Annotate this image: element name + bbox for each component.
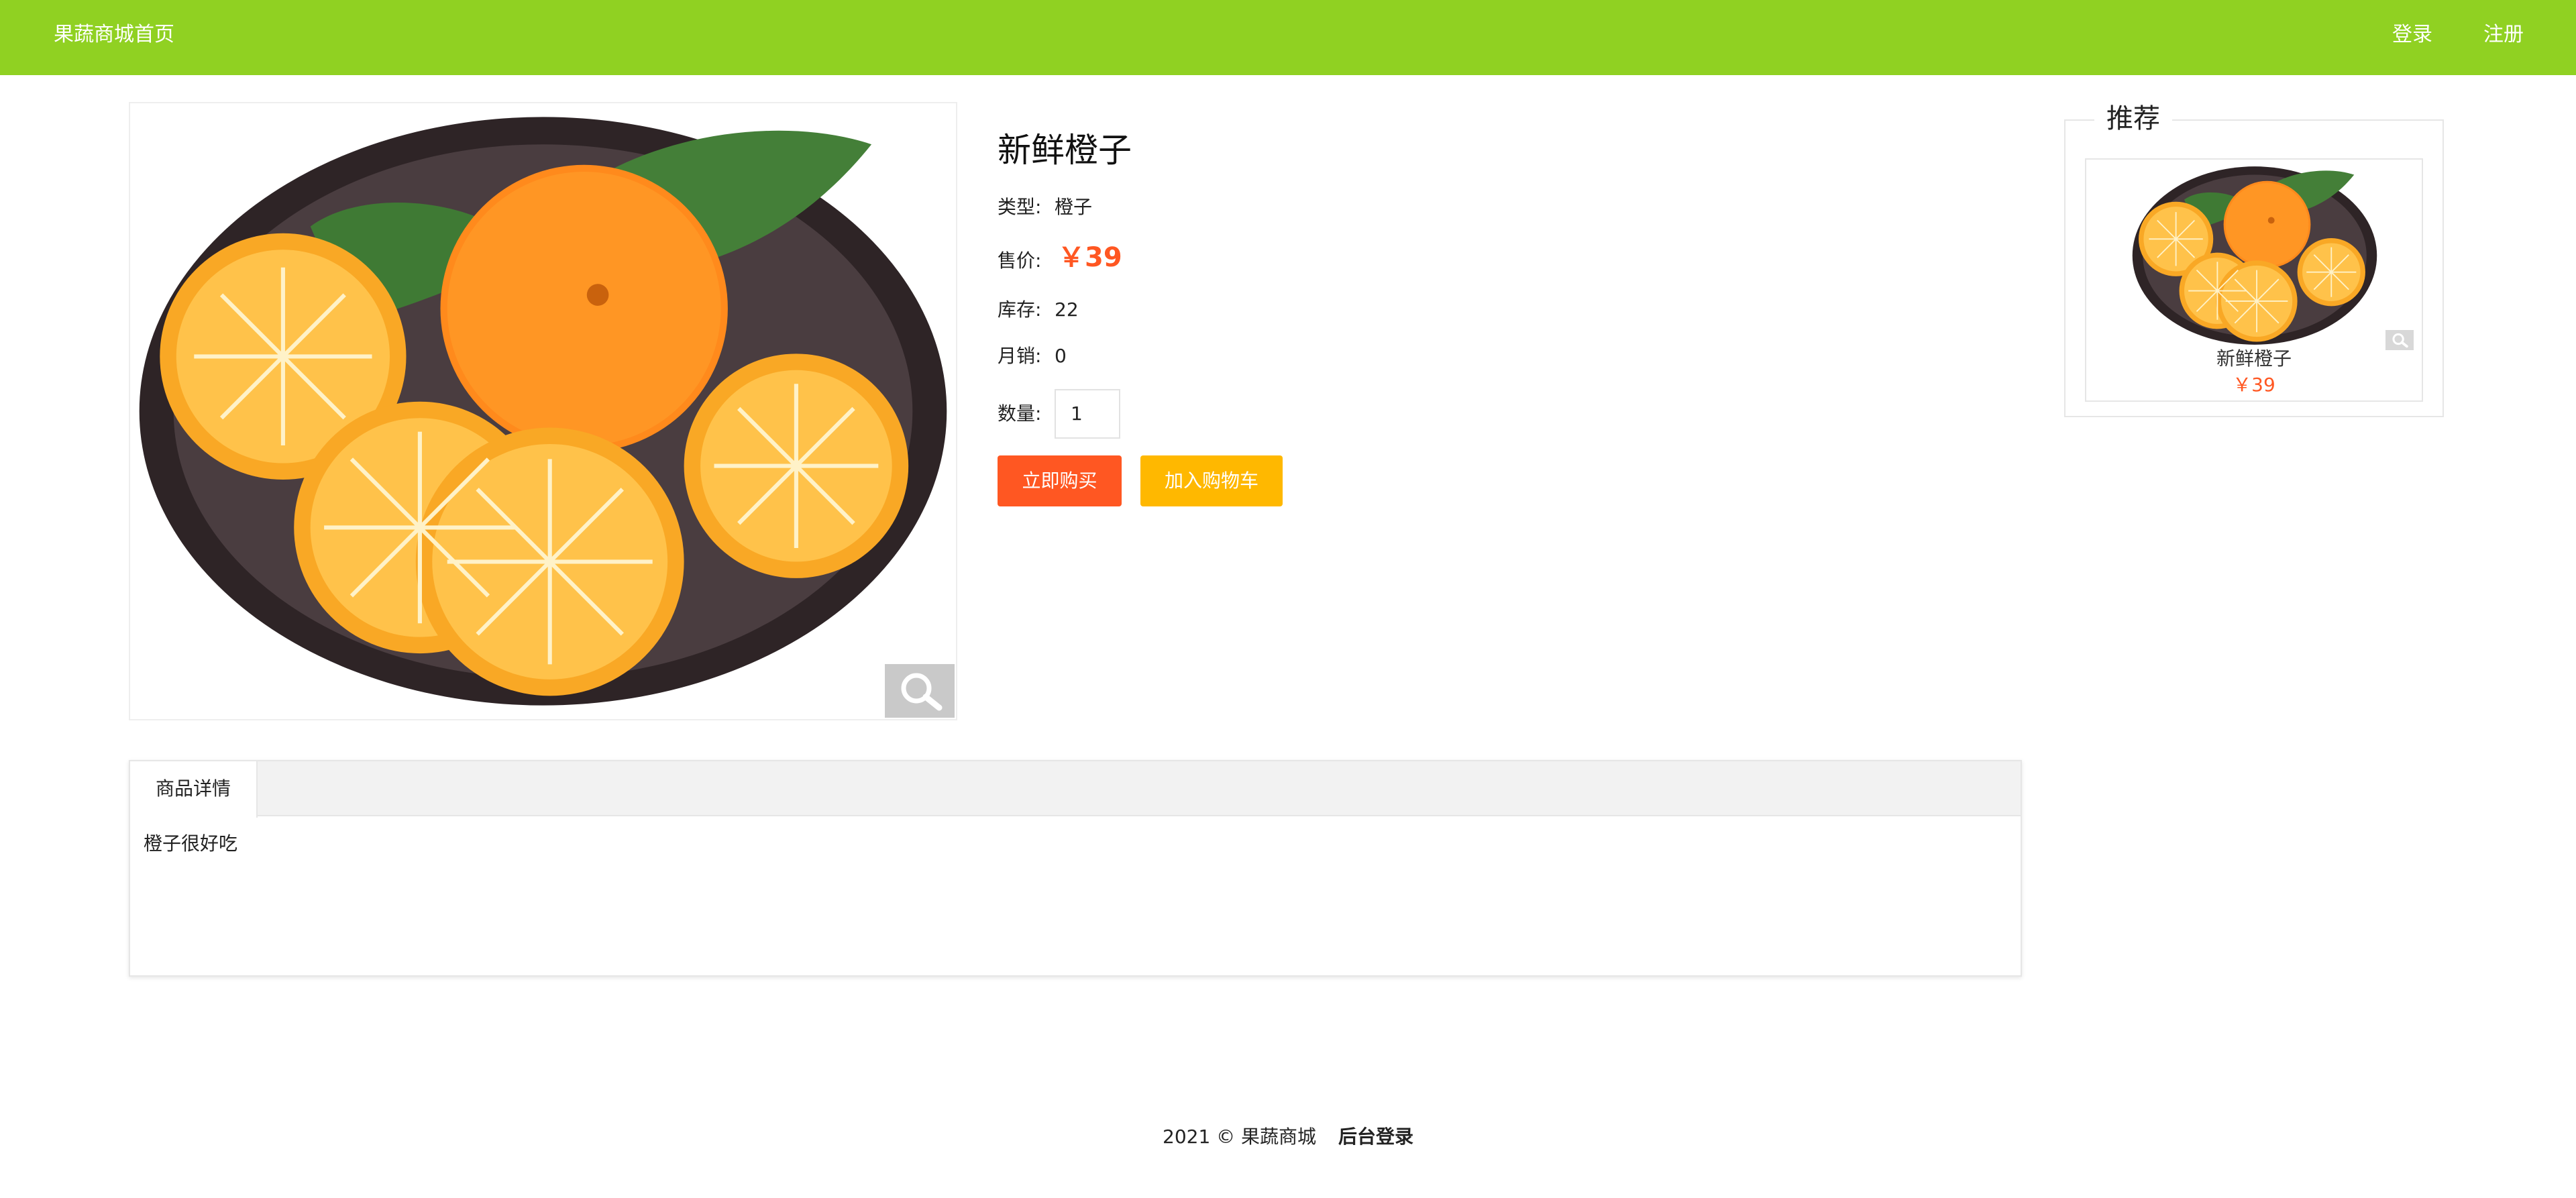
- monthly-sales-value: 0: [1055, 345, 1067, 367]
- footer-copyright: 2021 © 果蔬商城: [1163, 1126, 1317, 1148]
- tab-content: 橙子很好吃: [144, 832, 238, 855]
- stock-label: 库存:: [998, 298, 1042, 321]
- recommend-item-image[interactable]: [2100, 162, 2410, 349]
- login-link[interactable]: 登录: [2392, 23, 2432, 47]
- detail-tabs-panel: 商品详情 橙子很好吃: [129, 760, 2022, 977]
- quantity-label: 数量:: [998, 402, 1042, 425]
- tab-bar: [130, 761, 2021, 816]
- register-link[interactable]: 注册: [2483, 23, 2524, 47]
- type-label: 类型:: [998, 196, 1042, 218]
- type-value: 橙子: [1055, 196, 1093, 218]
- magnifier-icon: [2392, 333, 2408, 348]
- footer: 2021 © 果蔬商城 后台登录: [0, 1126, 2576, 1148]
- home-link[interactable]: 果蔬商城首页: [54, 23, 174, 47]
- monthly-sales-label: 月销:: [998, 345, 1042, 367]
- price-value: ￥39: [1058, 242, 1122, 273]
- buy-now-button[interactable]: 立即购买: [998, 455, 1122, 506]
- zoom-button[interactable]: [885, 664, 955, 718]
- tab-product-detail[interactable]: 商品详情: [130, 761, 258, 818]
- quantity-input[interactable]: 1: [1055, 389, 1120, 439]
- product-title: 新鲜橙子: [998, 131, 1132, 170]
- recommend-item-price: ￥39: [2233, 374, 2275, 396]
- orange-photo: [130, 103, 956, 719]
- recommend-title: 推荐: [2094, 102, 2172, 135]
- price-label: 售价:: [998, 250, 1042, 272]
- recommend-item-name[interactable]: 新鲜橙子: [2085, 347, 2423, 370]
- admin-login-link[interactable]: 后台登录: [1338, 1126, 1413, 1148]
- product-image: [129, 102, 957, 720]
- stock-value: 22: [1055, 298, 1079, 321]
- add-to-cart-button[interactable]: 加入购物车: [1140, 455, 1283, 506]
- magnifier-icon: [901, 673, 943, 711]
- top-header: 果蔬商城首页 登录 注册: [0, 0, 2576, 75]
